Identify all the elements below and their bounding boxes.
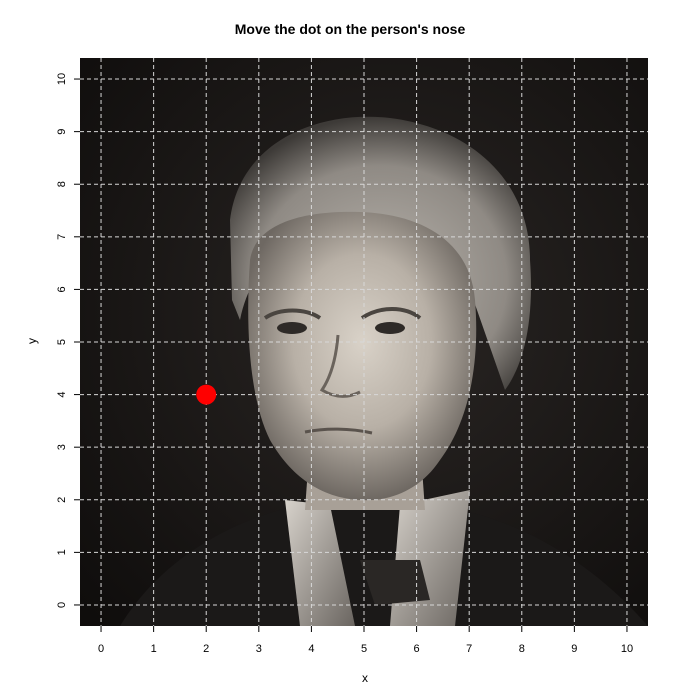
chart-canvas: 0 1 2 3 4 5 6 7 8 9 10 0 1 2 3 4 5 6 7 8 9 10 — [56, 58, 648, 655]
y-tick-label-8: 8 — [56, 181, 68, 187]
x-tick-label-1: 1 — [151, 643, 157, 655]
y-tick-label-9: 9 — [56, 129, 68, 135]
y-tick-label-10: 10 — [56, 73, 68, 85]
y-tick-label-0: 0 — [56, 602, 68, 608]
x-tick-label-6: 6 — [414, 643, 420, 655]
y-tick-label-1: 1 — [56, 549, 68, 555]
y-tick-label-3: 3 — [56, 444, 68, 450]
x-tick-label-8: 8 — [519, 643, 525, 655]
y-tick-label-2: 2 — [56, 497, 68, 503]
x-tick-label-10: 10 — [621, 643, 633, 655]
x-tick-label-5: 5 — [361, 643, 367, 655]
y-tick-label-6: 6 — [56, 286, 68, 292]
data-point-dot — [196, 384, 217, 405]
x-tick-label-0: 0 — [98, 643, 104, 655]
y-tick-label-4: 4 — [56, 392, 68, 398]
x-tick-label-3: 3 — [256, 643, 262, 655]
x-tick-label-9: 9 — [571, 643, 577, 655]
x-tick-label-2: 2 — [203, 643, 209, 655]
right-eye — [375, 322, 405, 334]
x-tick-label-7: 7 — [466, 643, 472, 655]
x-tick-label-4: 4 — [308, 643, 314, 655]
data-points — [196, 384, 217, 405]
left-eye — [277, 322, 307, 334]
y-tick-label-7: 7 — [56, 234, 68, 240]
y-tick-label-5: 5 — [56, 339, 68, 345]
face-shape — [248, 211, 477, 501]
